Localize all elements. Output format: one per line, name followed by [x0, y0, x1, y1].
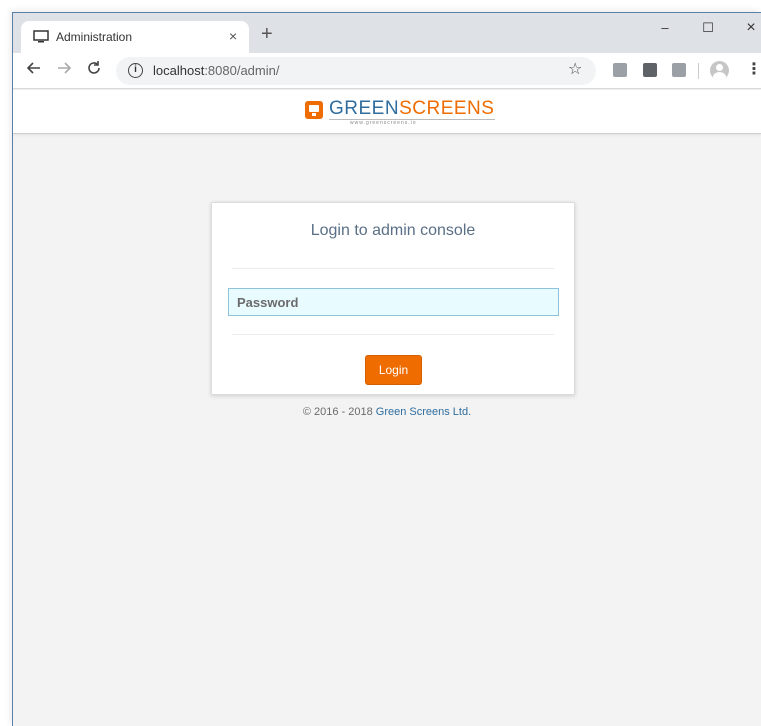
divider-bottom: [232, 334, 554, 335]
new-tab-button[interactable]: +: [261, 24, 273, 44]
extension-g-icon[interactable]: [672, 63, 686, 77]
browser-window: Administration × + – ☐ × i localhost:808…: [12, 12, 761, 726]
reload-button[interactable]: [84, 60, 104, 81]
close-window-button[interactable]: ×: [737, 18, 761, 38]
kebab-menu-icon[interactable]: ⋮: [746, 61, 761, 79]
login-title: Login to admin console: [310, 222, 476, 239]
address-bar[interactable]: i localhost:8080/admin/ ☆: [116, 57, 596, 85]
login-card: Login to admin console Login: [211, 202, 575, 395]
toolbar-separator: [698, 63, 699, 79]
login-button[interactable]: Login: [365, 355, 422, 385]
monitor-icon: [33, 30, 49, 43]
tab-close-icon[interactable]: ×: [229, 28, 237, 44]
arrow-right-icon: [58, 62, 72, 74]
url-host: localhost: [153, 63, 205, 78]
browser-toolbar: i localhost:8080/admin/ ☆ ⋮: [13, 53, 761, 89]
forward-button[interactable]: [54, 60, 74, 81]
tab-administration[interactable]: Administration ×: [21, 21, 249, 53]
logo-text-screens: SCREENS: [399, 98, 495, 119]
url-path: :8080/admin/: [204, 63, 280, 78]
company-link[interactable]: Green Screens Ltd.: [376, 406, 471, 418]
profile-avatar-icon[interactable]: [710, 61, 729, 80]
tab-title: Administration: [56, 30, 133, 44]
logo-monitor-icon: [305, 101, 323, 119]
extension-dots-icon[interactable]: [643, 63, 657, 77]
divider-top: [232, 268, 554, 269]
password-input[interactable]: [228, 288, 559, 316]
maximize-button[interactable]: ☐: [694, 18, 722, 38]
back-button[interactable]: [24, 60, 44, 81]
logo-text: GREENSCREENS: [329, 98, 494, 120]
tab-strip: Administration × + – ☐ ×: [13, 13, 761, 53]
logo-text-green: GREEN: [329, 98, 400, 119]
minimize-button[interactable]: –: [651, 18, 679, 38]
copyright-text: © 2016 - 2018: [302, 406, 376, 418]
logo-tagline: www.greenscreens.io: [350, 120, 417, 126]
arrow-left-icon: [26, 62, 40, 74]
star-icon[interactable]: ☆: [568, 61, 582, 79]
site-header: GREENSCREENS www.greenscreens.io: [13, 90, 761, 134]
url-text: localhost:8080/admin/: [153, 63, 279, 79]
reload-icon: [88, 61, 100, 74]
extension-screen-icon[interactable]: [613, 63, 627, 77]
footer-copyright: © 2016 - 2018 Green Screens Ltd.: [13, 405, 761, 419]
info-icon[interactable]: i: [128, 63, 143, 78]
